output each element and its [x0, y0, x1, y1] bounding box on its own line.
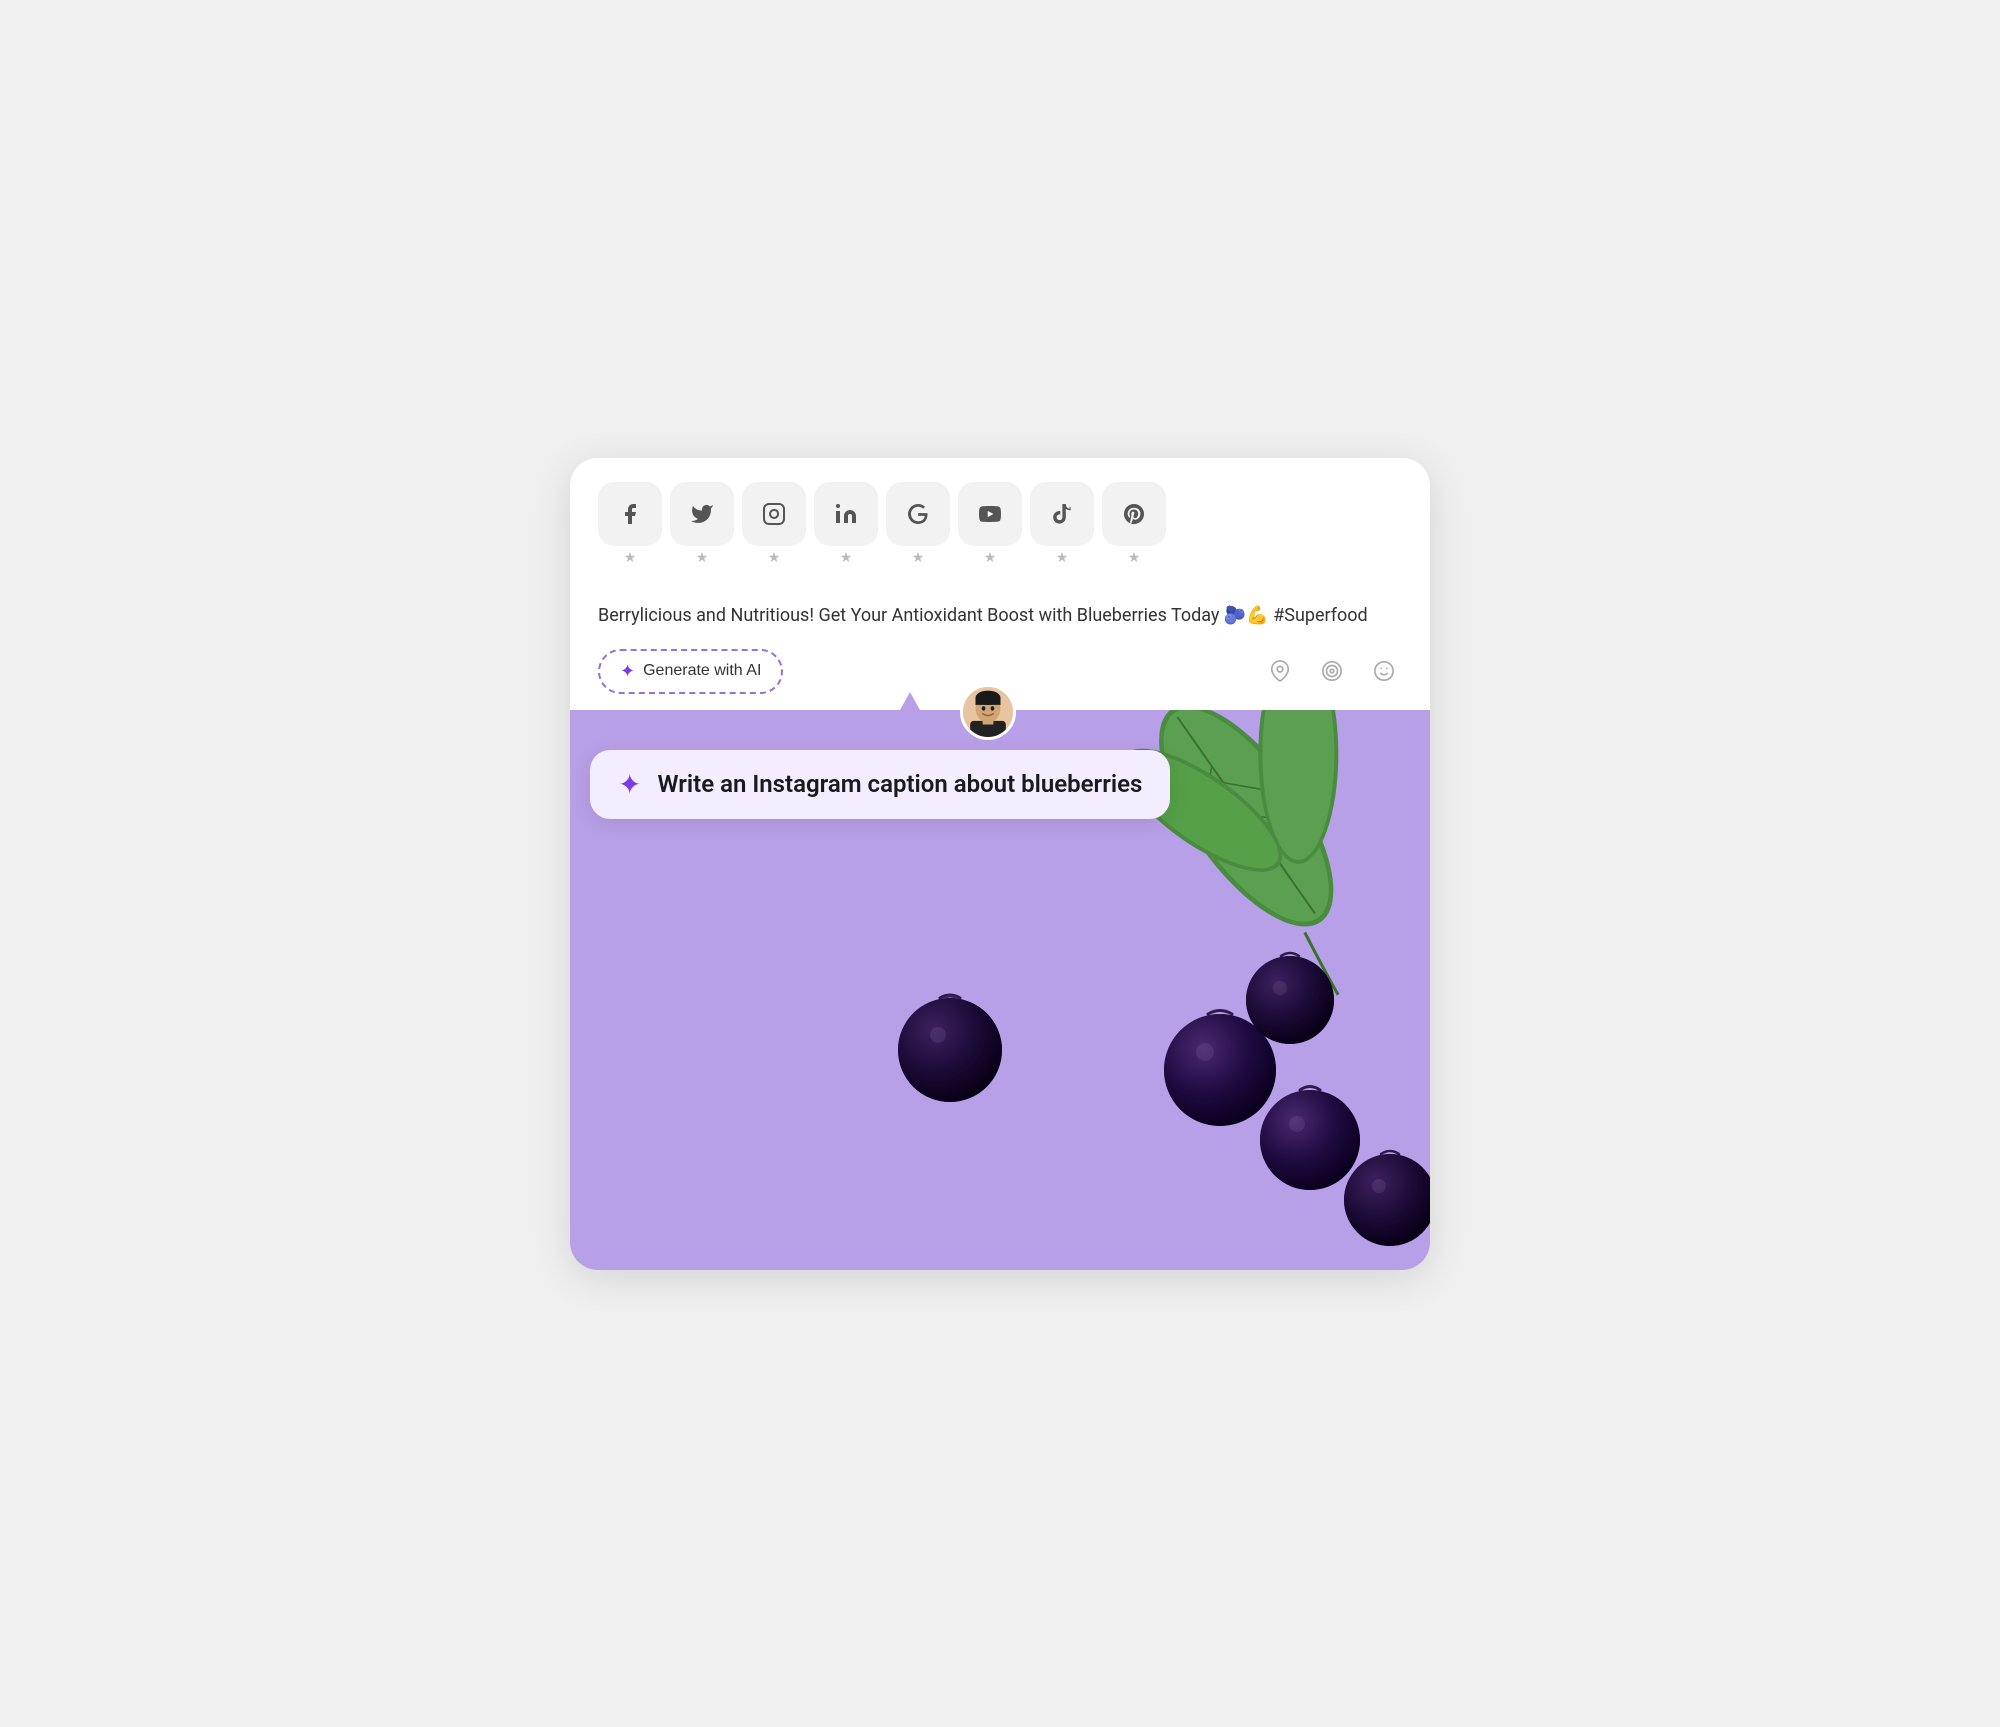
social-item-pinterest[interactable]: ★: [1102, 482, 1166, 566]
youtube-star: ★: [984, 550, 997, 566]
linkedin-star: ★: [840, 550, 853, 566]
instagram-icon: [742, 482, 806, 546]
target-icon-button[interactable]: [1314, 653, 1350, 689]
pinterest-icon: [1102, 482, 1166, 546]
twitter-star: ★: [696, 550, 709, 566]
social-item-instagram[interactable]: ★: [742, 482, 806, 566]
facebook-icon: [598, 482, 662, 546]
twitter-icon: [670, 482, 734, 546]
ai-prompt-text: Write an Instagram caption about blueber…: [657, 770, 1142, 798]
social-item-google[interactable]: ★: [886, 482, 950, 566]
tiktok-icon: [1030, 482, 1094, 546]
social-item-twitter[interactable]: ★: [670, 482, 734, 566]
facebook-star: ★: [624, 550, 637, 566]
pinterest-star: ★: [1128, 550, 1141, 566]
arrow-indicator: [900, 692, 920, 710]
google-star: ★: [912, 550, 925, 566]
tiktok-star: ★: [1056, 550, 1069, 566]
generate-btn-label: Generate with AI: [643, 662, 761, 680]
ai-prompt-bubble: ✦ Write an Instagram caption about blueb…: [590, 750, 1170, 819]
location-icon-button[interactable]: [1262, 653, 1298, 689]
emoji-icon-button[interactable]: [1366, 653, 1402, 689]
avatar: [960, 684, 1016, 740]
bubble-sparkle-icon: ✦: [618, 768, 641, 801]
social-item-linkedin[interactable]: ★: [814, 482, 878, 566]
social-bar: ★ ★ ★ ★ ★: [570, 458, 1430, 582]
sparkle-icon: ✦: [620, 661, 635, 682]
purple-section: ✦ Write an Instagram caption about blueb…: [570, 710, 1430, 1270]
linkedin-icon: [814, 482, 878, 546]
google-icon: [886, 482, 950, 546]
generate-ai-button[interactable]: ✦ Generate with AI: [598, 649, 783, 694]
instagram-star: ★: [768, 550, 781, 566]
main-card: ★ ★ ★ ★ ★: [570, 458, 1430, 1270]
caption-text: Berrylicious and Nutritious! Get Your An…: [598, 602, 1402, 629]
social-item-facebook[interactable]: ★: [598, 482, 662, 566]
social-item-tiktok[interactable]: ★: [1030, 482, 1094, 566]
toolbar-icons: [1262, 653, 1402, 689]
social-item-youtube[interactable]: ★: [958, 482, 1022, 566]
youtube-icon: [958, 482, 1022, 546]
